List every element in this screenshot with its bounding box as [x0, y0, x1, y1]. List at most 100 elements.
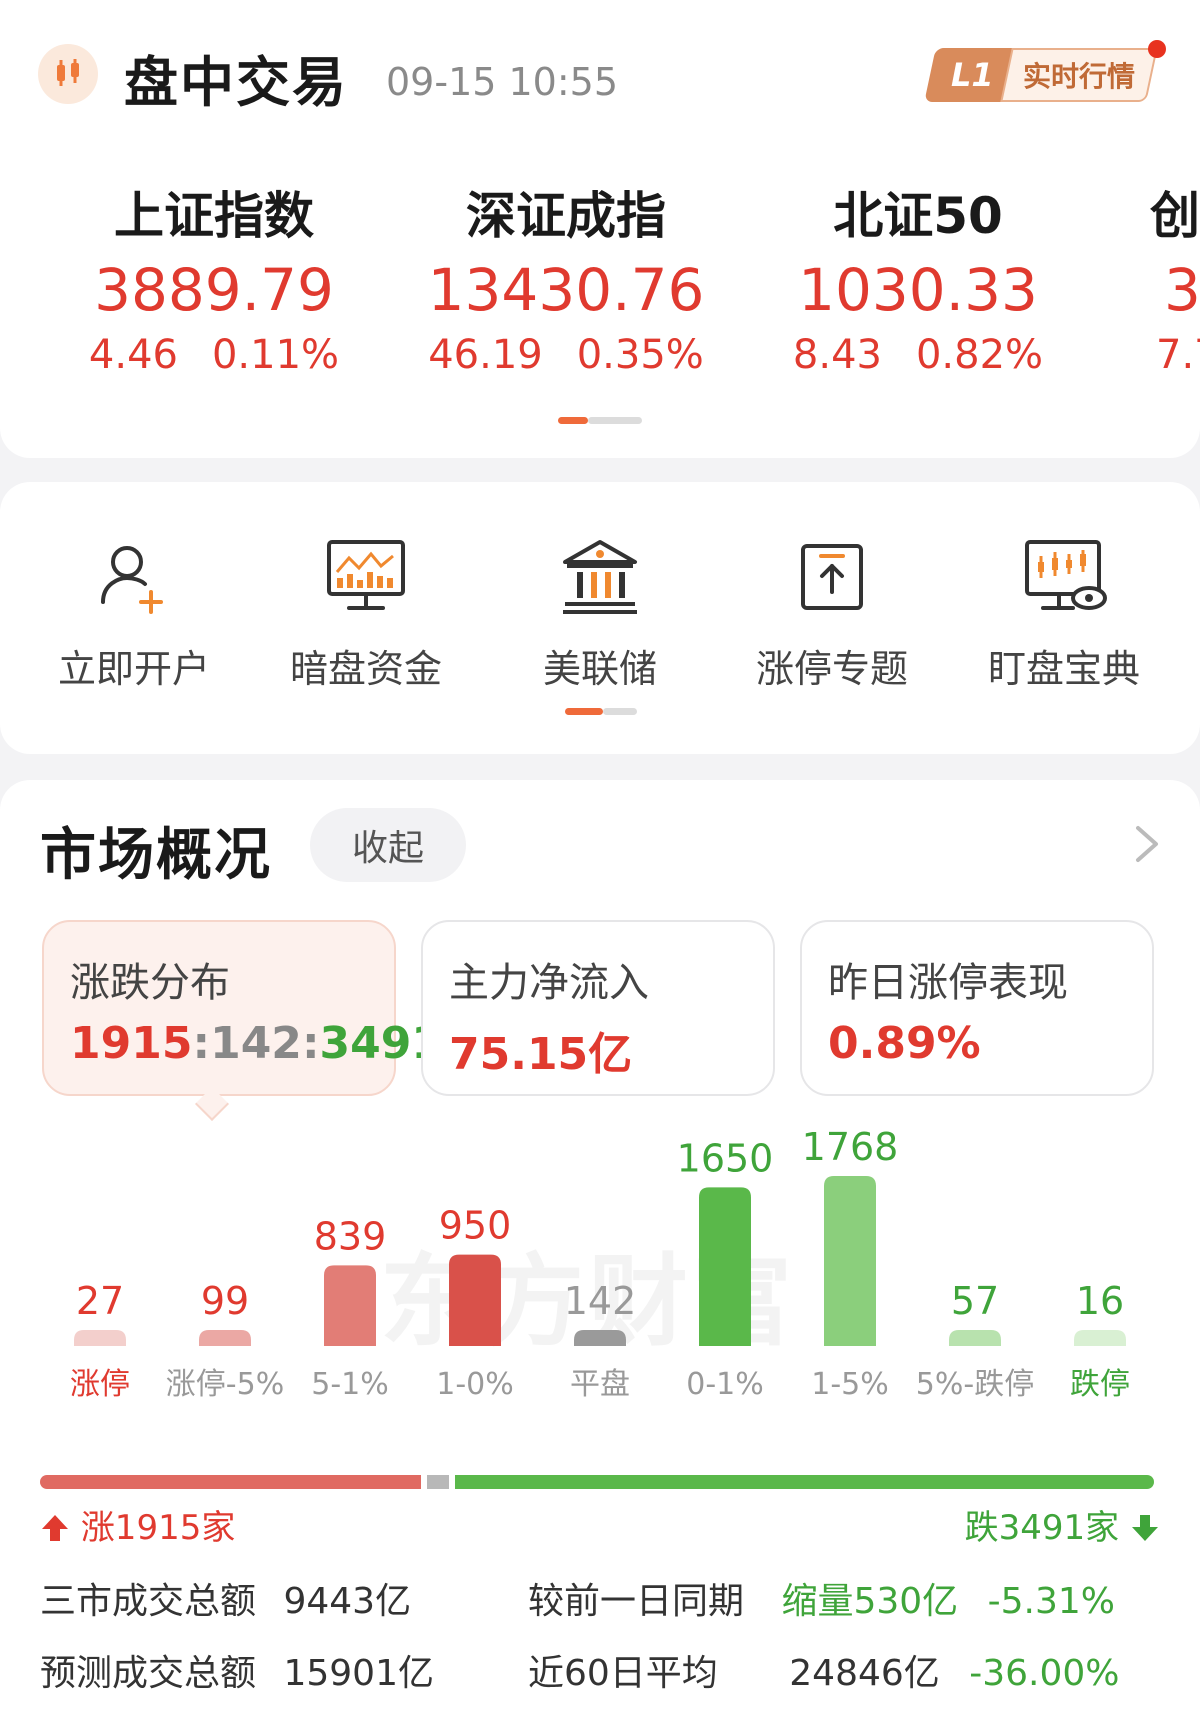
shortcut-label: 暗盘资金 [289, 647, 442, 691]
bar-value-label: 1768 [802, 1125, 899, 1169]
notification-dot [1148, 40, 1166, 58]
index-change: 46.19 [428, 332, 543, 378]
index-card-shenzhen[interactable]: 深证成指 13430.76 46.19 0.35% [396, 176, 736, 378]
index-name: 创 [1150, 187, 1200, 245]
volume-compare-row: 较前一日同期 缩量530亿 -5.31% [528, 1572, 1115, 1624]
index-value: 3889.79 [94, 256, 334, 324]
distribution-bar [949, 1330, 1001, 1346]
volume-total-value: 9443亿 [283, 1581, 412, 1622]
upload-box-icon [801, 544, 863, 610]
timestamp: 09-15 10:55 [386, 60, 619, 104]
flat-count: 142 [210, 1018, 302, 1069]
down-ratio-bar [455, 1475, 1154, 1489]
pager-track [588, 417, 642, 424]
bar-category-label: 1-5% [811, 1367, 889, 1402]
stat-card-distribution[interactable]: 涨跌分布 1915:142:3491 [42, 920, 443, 1096]
bar-value-label: 950 [439, 1204, 512, 1248]
volume-forecast-label: 预测成交总额 [40, 1653, 257, 1694]
volume-compare-label: 较前一日同期 [528, 1581, 745, 1622]
shortcut-pager-active [565, 708, 603, 715]
volume-compare-pct: -5.31% [987, 1581, 1115, 1622]
volume-compare-value: 缩量530亿 [781, 1581, 959, 1622]
shortcut-watch-guide[interactable]: 盯盘宝典 [954, 532, 1174, 693]
distribution-bar [1074, 1330, 1126, 1346]
monitor-chart-icon [327, 540, 405, 610]
chevron-right-icon[interactable] [1132, 822, 1162, 866]
volume-forecast-value: 15901亿 [283, 1653, 434, 1694]
distribution-bar [824, 1176, 876, 1346]
index-change: 8.43 [792, 332, 882, 378]
shortcut-limit-up-topic[interactable]: 涨停专题 [722, 532, 942, 693]
shortcut-dark-pool-funds[interactable]: 暗盘资金 [256, 532, 476, 693]
bar-category-label: 平盘 [570, 1367, 630, 1402]
index-value: 1030.33 [798, 256, 1038, 324]
bar-value-label: 1650 [677, 1136, 774, 1180]
shortcut-fed[interactable]: 美联储 [490, 532, 710, 693]
index-card-chinext-partial[interactable]: 创 3 7.7 [1150, 176, 1200, 376]
index-name: 上证指数 [114, 187, 314, 245]
up-ratio-bar [40, 1475, 421, 1489]
volume-avg-value: 24846亿 [789, 1653, 940, 1694]
flat-ratio-bar [426, 1475, 450, 1489]
shortcut-pager-track [603, 708, 637, 715]
bar-category-label: 5-1% [311, 1367, 389, 1402]
index-name: 北证50 [833, 187, 1003, 245]
index-card-beijing50[interactable]: 北证50 1030.33 8.43 0.82% [748, 176, 1088, 378]
bar-category-label: 5%-跌停 [916, 1367, 1034, 1402]
index-value: 3 [1164, 256, 1200, 324]
distribution-bar [574, 1330, 626, 1346]
stat-card-main-inflow[interactable]: 主力净流入 75.15亿 [421, 920, 775, 1096]
stat-value: 1915:142:3491 [70, 1018, 443, 1069]
realtime-quote-badge[interactable]: L1 实时行情 [924, 48, 1158, 102]
index-card-shanghai[interactable]: 上证指数 3889.79 4.46 0.11% [44, 176, 384, 378]
index-change-pct: 0.82% [915, 332, 1044, 378]
bar-value-label: 16 [1076, 1279, 1124, 1323]
distribution-bar [199, 1330, 251, 1346]
shortcut-label: 涨停专题 [755, 647, 908, 691]
stat-label: 昨日涨停表现 [828, 960, 1068, 1006]
candlestick-icon [38, 44, 98, 104]
rise-fall-distribution-chart: 27 涨停 99 涨停-5% 839 5-1% 950 1-0% 142 平盘 1650 0-1% 17… [70, 1125, 1130, 1402]
bank-icon [563, 540, 637, 614]
shortcut-open-account[interactable]: 立即开户 [24, 532, 244, 693]
down-count-label: 跌3491家 [965, 1500, 1160, 1549]
volume-avg-label: 近60日平均 [528, 1653, 718, 1694]
up-count: 1915 [70, 1018, 193, 1069]
volume-avg-row: 近60日平均 24846亿 -36.00% [528, 1644, 1120, 1696]
index-change: 4.46 [88, 332, 178, 378]
volume-forecast-row: 预测成交总额 15901亿 [40, 1644, 434, 1696]
stat-card-yesterday-limit-up[interactable]: 昨日涨停表现 0.89% [800, 920, 1154, 1096]
stat-label: 主力净流入 [449, 960, 649, 1006]
shortcut-label: 美联储 [542, 647, 657, 691]
arrow-up-icon [42, 1515, 68, 1541]
bar-category-label: 0-1% [686, 1367, 764, 1402]
index-name: 深证成指 [466, 187, 666, 245]
shortcut-card: 立即开户 暗盘资金 美联储 涨停专题 盯盘宝典 [0, 482, 1200, 754]
l1-label: L1 [950, 56, 994, 94]
section-title: 市场概况 [40, 823, 272, 888]
bar-category-label: 跌停 [1070, 1367, 1130, 1402]
index-value: 13430.76 [427, 256, 705, 324]
up-count-label: 涨1915家 [40, 1500, 235, 1549]
stat-value: 0.89% [828, 1018, 981, 1069]
bar-category-label: 涨停 [70, 1367, 130, 1402]
distribution-bar [449, 1254, 501, 1346]
market-overview-card: 市场概况 收起 涨跌分布 1915:142:3491 主力净流入 75.15亿 … [0, 780, 1200, 1719]
distribution-bar [699, 1187, 751, 1346]
arrow-down-icon [1132, 1515, 1158, 1541]
header-card: 盘中交易 09-15 10:55 L1 实时行情 上证指数 3889.79 4.… [0, 0, 1200, 458]
bar-value-label: 27 [76, 1279, 124, 1323]
stat-value: 75.15亿 [449, 1029, 633, 1080]
shortcut-label: 立即开户 [57, 647, 210, 691]
index-change-pct: 0.11% [211, 332, 340, 378]
realtime-label: 实时行情 [1022, 60, 1135, 93]
volume-total-row: 三市成交总额 9443亿 [40, 1572, 411, 1624]
stat-label: 涨跌分布 [70, 960, 230, 1006]
bar-category-label: 涨停-5% [166, 1367, 284, 1402]
bar-value-label: 839 [314, 1214, 387, 1258]
distribution-bar [74, 1330, 126, 1346]
collapse-button[interactable]: 收起 [310, 808, 466, 882]
distribution-bar [324, 1265, 376, 1346]
volume-avg-pct: -36.00% [969, 1653, 1120, 1694]
index-change: 7.7 [1156, 332, 1200, 376]
